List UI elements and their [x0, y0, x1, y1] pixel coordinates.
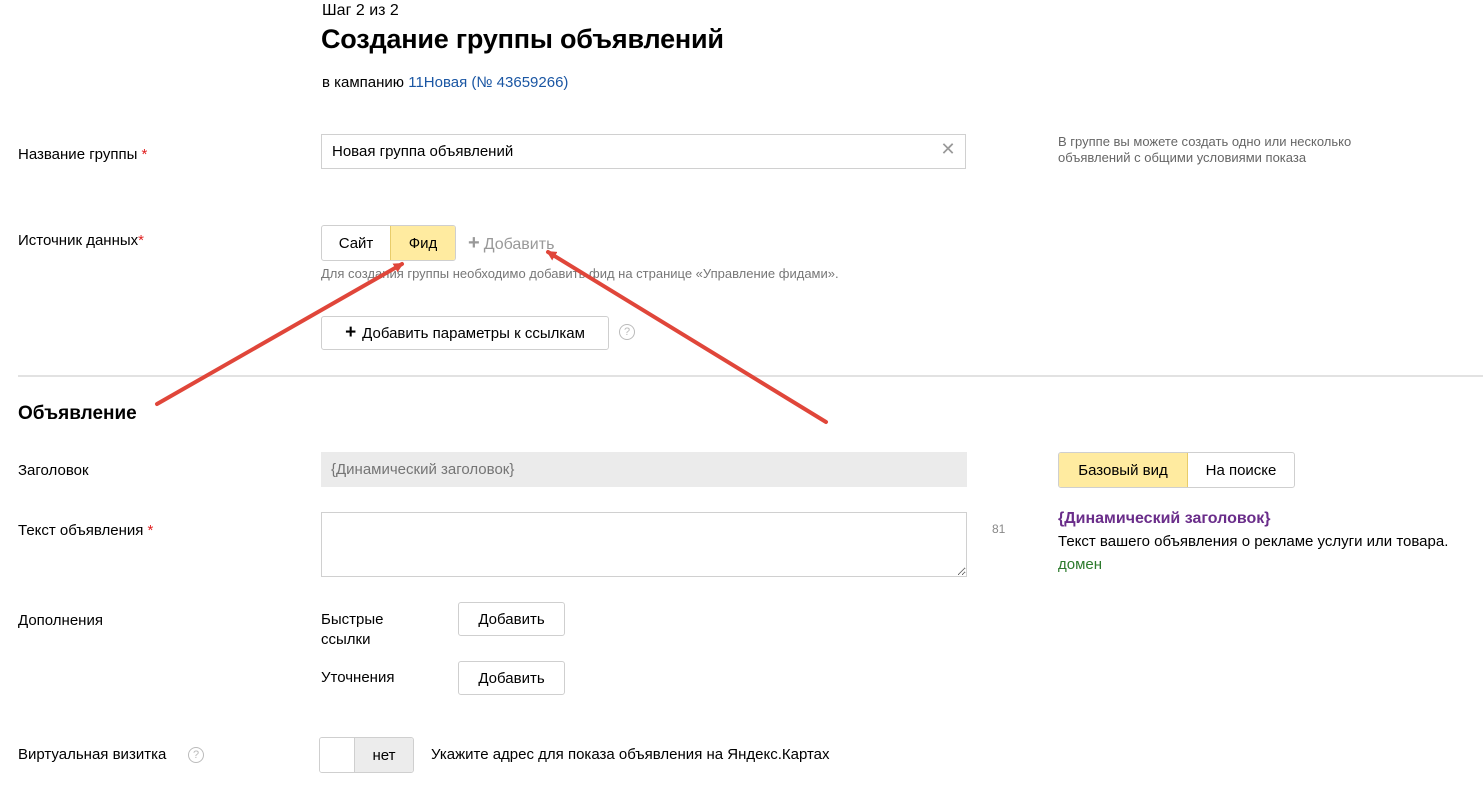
- add-quick-links-button[interactable]: Добавить: [458, 602, 565, 636]
- group-name-hint: В группе вы можете создать одно или неск…: [1058, 134, 1352, 165]
- campaign-link[interactable]: 11Новая (№ 43659266): [408, 74, 568, 91]
- data-source-selector: Сайт Фид: [321, 225, 456, 261]
- group-name-label-text: Название группы: [18, 146, 138, 163]
- ad-text-label-text: Текст объявления: [18, 522, 144, 539]
- add-link-params-label: Добавить параметры к ссылкам: [362, 324, 585, 342]
- extensions-label: Дополнения: [18, 612, 103, 629]
- preview-mode-selector: Базовый вид На поиске: [1058, 452, 1295, 488]
- ad-text-counter: 81: [992, 522, 1006, 536]
- toggle-knob: [320, 738, 355, 772]
- campaign-info: в кампанию 11Новая (№ 43659266): [322, 74, 568, 91]
- add-feed-label: Добавить: [483, 236, 555, 253]
- help-icon[interactable]: ?: [188, 747, 204, 763]
- plus-icon: +: [468, 232, 480, 254]
- callouts-label: Уточнения: [321, 669, 395, 686]
- ad-text-input[interactable]: [321, 512, 967, 577]
- required-mark: *: [141, 146, 148, 163]
- preview-tab-basic[interactable]: Базовый вид: [1059, 453, 1188, 487]
- help-icon[interactable]: ?: [619, 324, 635, 340]
- data-source-option-site[interactable]: Сайт: [322, 226, 390, 260]
- annotation-arrows: [155, 250, 828, 424]
- ad-text-label: Текст объявления *: [18, 522, 153, 539]
- ad-section-title: Объявление: [18, 403, 137, 424]
- group-name-input[interactable]: [321, 134, 966, 169]
- vcard-label: Виртуальная визитка: [18, 746, 166, 763]
- preview-domain: домен: [1058, 556, 1103, 573]
- add-link-params-button[interactable]: + Добавить параметры к ссылкам: [321, 316, 609, 350]
- data-source-label-text: Источник данных: [18, 232, 139, 249]
- vcard-description: Укажите адрес для показа объявления на Я…: [431, 746, 830, 763]
- step-indicator: Шаг 2 из 2: [322, 2, 399, 19]
- add-callouts-button[interactable]: Добавить: [458, 661, 565, 695]
- feed-note: Для создания группы необходимо добавить …: [321, 266, 839, 281]
- required-mark: *: [138, 232, 144, 249]
- plus-icon: +: [345, 322, 357, 343]
- clear-icon[interactable]: ✕: [940, 140, 956, 158]
- preview-title: {Динамический заголовок}: [1058, 510, 1271, 527]
- preview-text: Текст вашего объявления о рекламе услуги…: [1058, 533, 1449, 550]
- data-source-option-feed[interactable]: Фид: [390, 226, 455, 260]
- toggle-state: нет: [355, 738, 413, 772]
- headline-label: Заголовок: [18, 462, 89, 479]
- vcard-toggle[interactable]: нет: [319, 737, 414, 773]
- headline-input: [321, 452, 967, 487]
- add-feed-link[interactable]: + Добавить: [468, 232, 554, 255]
- preview-tab-search[interactable]: На поиске: [1188, 453, 1294, 487]
- required-mark: *: [147, 522, 154, 539]
- section-divider: [18, 375, 1483, 377]
- vcard-label-text: Виртуальная визитка: [18, 746, 167, 763]
- quick-links-label: Быстрые ссылки: [321, 611, 384, 648]
- data-source-label: Источник данных*: [18, 232, 144, 249]
- page-title: Создание группы объявлений: [321, 24, 724, 54]
- campaign-prefix: в кампанию: [322, 74, 405, 91]
- group-name-label: Название группы *: [18, 146, 147, 163]
